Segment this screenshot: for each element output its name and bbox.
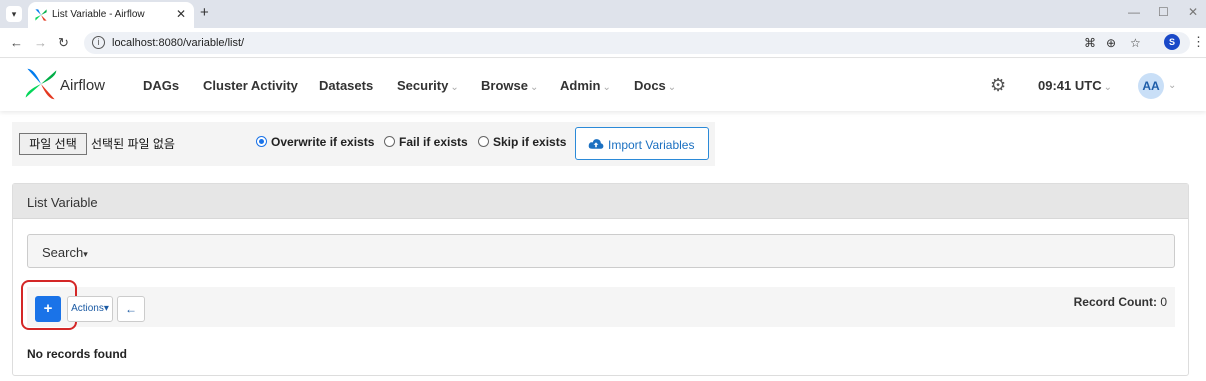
nav-admin[interactable]: Admin ⌄	[560, 78, 611, 93]
user-avatar[interactable]: AA	[1138, 73, 1164, 99]
panel-header: List Variable	[13, 184, 1188, 219]
back-button[interactable]: ←	[117, 296, 145, 322]
chevron-down-icon: ⌄	[602, 82, 611, 93]
nav-datasets[interactable]: Datasets	[319, 78, 373, 93]
file-status-text: 선택된 파일 없음	[91, 137, 175, 151]
brand-name[interactable]: Airflow	[60, 77, 105, 94]
site-info-icon[interactable]: i	[92, 36, 105, 49]
translate-icon[interactable]: ⌘	[1084, 36, 1096, 50]
back-arrow-icon[interactable]: ←	[10, 35, 23, 50]
empty-message: No records found	[27, 347, 128, 361]
caret-down-icon: ▾	[103, 303, 109, 314]
tab-close-icon[interactable]: ✕	[176, 7, 186, 21]
zoom-icon[interactable]: ⊕	[1106, 36, 1116, 50]
chevron-down-icon: ⌄	[667, 82, 677, 93]
nav-browse[interactable]: Browse ⌄	[481, 78, 538, 93]
nav-docs[interactable]: Docs ⌄	[634, 78, 676, 93]
chevron-down-icon[interactable]: ⌄	[1168, 80, 1176, 91]
panel-title: List Variable	[27, 195, 98, 210]
url-text[interactable]: localhost:8080/variable/list/	[112, 37, 244, 49]
skip-radio[interactable]	[478, 136, 489, 147]
fail-label[interactable]: Fail if exists	[399, 135, 468, 149]
minimize-icon[interactable]: —	[1128, 5, 1140, 19]
nav-cluster-activity[interactable]: Cluster Activity	[203, 78, 298, 93]
browser-profile-avatar[interactable]: S	[1164, 34, 1180, 50]
import-variables-button[interactable]: Import Variables	[575, 127, 709, 160]
skip-label[interactable]: Skip if exists	[493, 135, 566, 149]
window-close-icon[interactable]: ✕	[1188, 5, 1198, 19]
browser-menu-icon[interactable]: ⋮	[1192, 34, 1205, 50]
chevron-down-icon: ⌄	[529, 82, 539, 93]
overwrite-label[interactable]: Overwrite if exists	[271, 135, 374, 149]
bookmark-star-icon[interactable]: ☆	[1130, 36, 1141, 50]
new-tab-icon[interactable]: +	[200, 4, 209, 21]
nav-dags[interactable]: DAGs	[143, 78, 179, 93]
list-variable-panel: List Variable Search▾ + Actions▾ ← Recor…	[12, 183, 1189, 376]
caret-down-icon: ▾	[83, 249, 88, 259]
import-button-label: Import Variables	[608, 138, 695, 152]
tab-title: List Variable - Airflow	[52, 9, 145, 20]
nav-security[interactable]: Security ⌄	[397, 78, 459, 93]
fail-radio[interactable]	[384, 136, 395, 147]
forward-arrow-icon[interactable]: →	[34, 35, 47, 50]
cloud-upload-icon	[588, 139, 604, 149]
gear-icon[interactable]: ⚙	[990, 75, 1006, 96]
browser-tab[interactable]: List Variable - Airflow ✕	[28, 2, 194, 28]
airflow-logo-icon[interactable]	[24, 67, 58, 101]
chevron-down-icon: ⌄	[450, 82, 459, 93]
address-bar: ← → ↻ i localhost:8080/variable/list/ ⌘ …	[0, 28, 1206, 58]
reload-icon[interactable]: ↻	[58, 35, 69, 51]
file-choose-button[interactable]: 파일 선택	[19, 133, 87, 155]
airflow-navbar: Airflow DAGs Cluster Activity Datasets S…	[0, 59, 1206, 111]
search-toggle[interactable]: Search▾	[27, 234, 1175, 268]
actions-dropdown-button[interactable]: Actions▾	[67, 296, 113, 322]
clock-time[interactable]: 09:41 UTC ⌄	[1038, 78, 1112, 93]
omnibox[interactable]: i localhost:8080/variable/list/ ⌘ ⊕ ☆	[84, 32, 1190, 54]
record-count: Record Count: 0	[1073, 295, 1167, 309]
maximize-icon[interactable]: ☐	[1158, 5, 1169, 19]
actions-toolbar: + Actions▾ ← Record Count: 0	[21, 280, 1175, 330]
search-label[interactable]: Search▾	[42, 245, 88, 260]
browser-tab-bar: ▾ List Variable - Airflow ✕ + — ☐ ✕	[0, 0, 1206, 28]
chevron-down-icon: ⌄	[1103, 82, 1112, 93]
overwrite-radio[interactable]	[256, 136, 267, 147]
tab-search-icon[interactable]: ▾	[6, 6, 22, 22]
airflow-favicon-icon	[35, 9, 47, 21]
